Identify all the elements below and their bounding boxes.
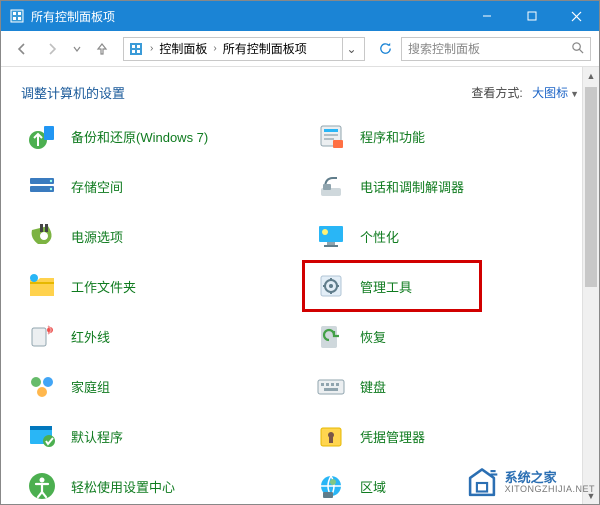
item-label: 凭据管理器 xyxy=(360,427,425,446)
view-by-label: 查看方式: xyxy=(471,86,522,100)
forward-button[interactable] xyxy=(39,36,65,62)
window-buttons xyxy=(464,1,599,31)
admintools-icon xyxy=(314,269,348,303)
item-label: 恢复 xyxy=(360,327,386,346)
keyboard-icon xyxy=(314,369,348,403)
minimize-button[interactable] xyxy=(464,1,509,31)
item-label: 管理工具 xyxy=(360,277,412,296)
phone-icon xyxy=(314,169,348,203)
items-grid: 备份和还原(Windows 7) 程序和功能存储空间 电话和调制解调器电源选项 个性化… xyxy=(21,118,589,504)
search-box[interactable] xyxy=(401,37,591,61)
navigation-bar: › 控制面板 › 所有控制面板项 ⌄ xyxy=(1,31,599,67)
content-area: 备份和还原(Windows 7) 程序和功能存储空间 电话和调制解调器电源选项 个性化… xyxy=(1,114,599,505)
control-panel-item[interactable]: 电话和调制解调器 xyxy=(310,168,589,204)
control-panel-item[interactable]: 电源选项 xyxy=(21,218,300,254)
item-label: 默认程序 xyxy=(71,427,123,446)
control-panel-item[interactable]: 存储空间 xyxy=(21,168,300,204)
control-panel-item[interactable]: 轻松使用设置中心 xyxy=(21,468,300,504)
search-input[interactable] xyxy=(408,42,565,56)
window-title: 所有控制面板项 xyxy=(31,8,464,25)
infrared-icon xyxy=(25,319,59,353)
item-label: 红外线 xyxy=(71,327,110,346)
maximize-button[interactable] xyxy=(509,1,554,31)
item-label: 轻松使用设置中心 xyxy=(71,477,175,496)
control-panel-item[interactable]: 备份和还原(Windows 7) xyxy=(21,118,300,154)
breadcrumb-current[interactable]: 所有控制面板项 xyxy=(223,40,307,57)
storage-icon xyxy=(25,169,59,203)
item-label: 存储空间 xyxy=(71,177,123,196)
scroll-up-button[interactable]: ▲ xyxy=(583,67,599,84)
control-panel-item[interactable]: 程序和功能 xyxy=(310,118,589,154)
item-label: 电源选项 xyxy=(71,227,123,246)
programs-icon xyxy=(314,119,348,153)
easeofaccess-icon xyxy=(25,469,59,503)
control-panel-item[interactable]: 默认程序 xyxy=(21,418,300,454)
item-label: 键盘 xyxy=(360,377,386,396)
view-by-value[interactable]: 大图标▼ xyxy=(532,86,579,100)
titlebar: 所有控制面板项 xyxy=(1,1,599,31)
refresh-button[interactable] xyxy=(373,37,397,61)
power-icon xyxy=(25,219,59,253)
scroll-thumb[interactable] xyxy=(585,87,597,287)
workfolders-icon xyxy=(25,269,59,303)
view-by: 查看方式: 大图标▼ xyxy=(471,84,579,101)
control-panel-item[interactable]: 红外线 xyxy=(21,318,300,354)
item-label: 家庭组 xyxy=(71,377,110,396)
back-button[interactable] xyxy=(9,36,35,62)
breadcrumb-root[interactable]: 控制面板 xyxy=(159,40,207,57)
item-label: 程序和功能 xyxy=(360,127,425,146)
breadcrumb-separator: › xyxy=(209,43,220,54)
breadcrumb-dropdown[interactable]: ⌄ xyxy=(342,38,360,60)
control-panel-item[interactable]: 个性化 xyxy=(310,218,589,254)
control-panel-item[interactable]: 区域 xyxy=(310,468,589,504)
control-panel-item[interactable]: 家庭组 xyxy=(21,368,300,404)
control-panel-item[interactable]: 工作文件夹 xyxy=(21,268,300,304)
item-label: 备份和还原(Windows 7) xyxy=(71,127,208,146)
control-panel-app-icon xyxy=(9,8,25,24)
close-button[interactable] xyxy=(554,1,599,31)
recovery-icon xyxy=(314,319,348,353)
page-heading: 调整计算机的设置 xyxy=(21,83,471,102)
backup-icon xyxy=(25,119,59,153)
control-panel-item[interactable]: 键盘 xyxy=(310,368,589,404)
page-header: 调整计算机的设置 查看方式: 大图标▼ xyxy=(1,67,599,114)
item-label: 区域 xyxy=(360,477,386,496)
control-panel-item[interactable]: 管理工具 xyxy=(310,268,589,304)
breadcrumb[interactable]: › 控制面板 › 所有控制面板项 ⌄ xyxy=(123,37,365,61)
control-panel-item[interactable]: 恢复 xyxy=(310,318,589,354)
region-icon xyxy=(314,469,348,503)
homegroup-icon xyxy=(25,369,59,403)
personalize-icon xyxy=(314,219,348,253)
item-label: 电话和调制解调器 xyxy=(360,177,464,196)
vertical-scrollbar[interactable]: ▲ ▼ xyxy=(582,67,599,504)
breadcrumb-separator: › xyxy=(146,43,157,54)
credentials-icon xyxy=(314,419,348,453)
search-icon xyxy=(571,41,584,57)
defaultprograms-icon xyxy=(25,419,59,453)
control-panel-item[interactable]: 凭据管理器 xyxy=(310,418,589,454)
scroll-down-button[interactable]: ▼ xyxy=(583,487,599,504)
recent-locations-dropdown[interactable] xyxy=(69,36,85,62)
item-label: 个性化 xyxy=(360,227,399,246)
up-button[interactable] xyxy=(89,36,115,62)
item-label: 工作文件夹 xyxy=(71,277,136,296)
control-panel-icon xyxy=(128,41,144,57)
